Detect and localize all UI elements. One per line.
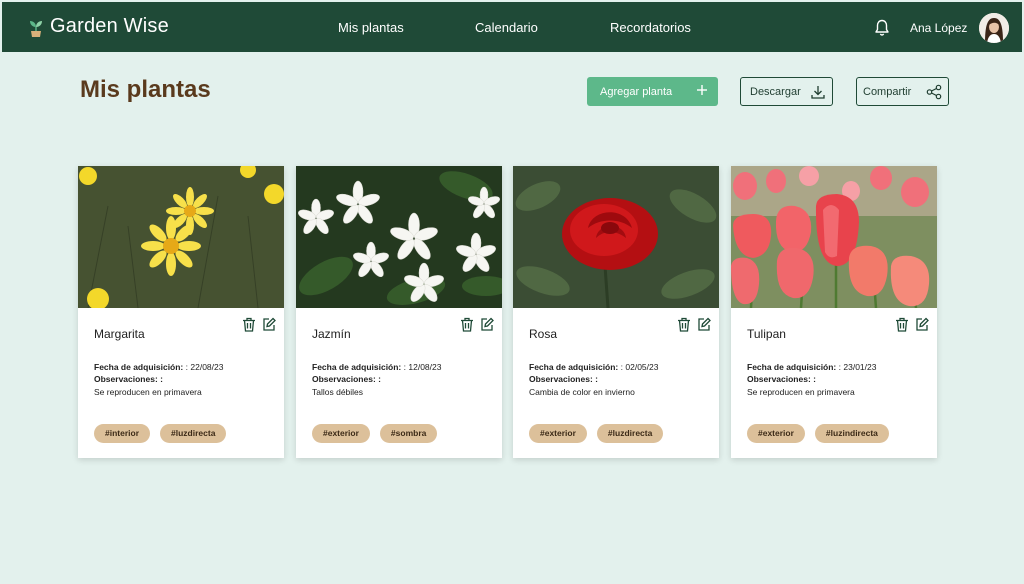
date-value: : 23/01/23 [838, 362, 877, 372]
tag-list: #exterior #sombra [312, 424, 438, 443]
acquisition-date: Fecha de adquisición: : 02/05/23 [529, 362, 658, 372]
card-actions [242, 317, 276, 332]
tag-chip[interactable]: #luzdirecta [596, 424, 664, 443]
plant-card-rosa[interactable]: Rosa Fecha de adquisición: : 02/05/23 Ob… [513, 166, 719, 458]
acquisition-date: Fecha de adquisición: : 12/08/23 [312, 362, 441, 372]
tag-list: #interior #luzdirecta [94, 424, 227, 443]
sprout-icon [30, 20, 42, 37]
card-actions [677, 317, 711, 332]
plus-icon [697, 85, 707, 95]
avatar-image [979, 13, 1009, 43]
observations-text: Se reproducen en primavera [747, 387, 855, 397]
acquisition-date: Fecha de adquisición: : 22/08/23 [94, 362, 223, 372]
top-navbar: Garden Wise Mis plantas Calendario Recor… [2, 2, 1022, 52]
trash-icon[interactable] [242, 317, 256, 332]
trash-icon[interactable] [460, 317, 474, 332]
add-plant-label: Agregar planta [600, 85, 673, 98]
plant-name: Margarita [94, 327, 145, 341]
observations-text: Tallos débiles [312, 387, 364, 397]
add-plant-button[interactable]: Agregar planta [587, 77, 718, 106]
observations-text: Cambia de color en invierno [529, 387, 635, 397]
plant-image-tulipan [731, 166, 937, 308]
observations-label: Observaciones: : [529, 374, 598, 384]
date-value: : 12/08/23 [403, 362, 442, 372]
acquisition-date: Fecha de adquisición: : 23/01/23 [747, 362, 876, 372]
date-label: Fecha de adquisición: [312, 362, 402, 372]
page-title: Mis plantas [80, 76, 211, 103]
date-label: Fecha de adquisición: [747, 362, 837, 372]
plant-image-rosa [513, 166, 719, 308]
plant-card-margarita[interactable]: Margarita Fecha de adquisición: : 22/08/… [78, 166, 284, 458]
app-name: Garden Wise [50, 15, 169, 37]
download-label: Descargar [750, 85, 801, 98]
plant-image-margarita [78, 166, 284, 308]
nav-mis-plantas[interactable]: Mis plantas [338, 20, 404, 35]
date-label: Fecha de adquisición: [94, 362, 184, 372]
trash-icon[interactable] [895, 317, 909, 332]
observations-label: Observaciones: : [747, 374, 816, 384]
download-icon [811, 86, 825, 99]
edit-icon[interactable] [262, 317, 276, 332]
nav-recordatorios[interactable]: Recordatorios [610, 20, 691, 35]
edit-icon[interactable] [697, 317, 711, 332]
card-actions [460, 317, 494, 332]
plant-name: Tulipan [747, 327, 786, 341]
share-label: Compartir [863, 85, 912, 98]
plant-name: Jazmín [312, 327, 351, 341]
tag-chip[interactable]: #exterior [529, 424, 587, 443]
tag-chip[interactable]: #interior [94, 424, 151, 443]
tag-chip[interactable]: #exterior [747, 424, 805, 443]
tag-list: #exterior #luzdirecta [529, 424, 664, 443]
trash-icon[interactable] [677, 317, 691, 332]
observations-label: Observaciones: : [312, 374, 381, 384]
user-name: Ana López [910, 21, 968, 35]
edit-icon[interactable] [480, 317, 494, 332]
tag-list: #exterior #luzindirecta [747, 424, 889, 443]
plant-card-tulipan[interactable]: Tulipan Fecha de adquisición: : 23/01/23… [731, 166, 937, 458]
tag-chip[interactable]: #sombra [379, 424, 438, 443]
edit-icon[interactable] [915, 317, 929, 332]
tag-chip[interactable]: #luzdirecta [160, 424, 227, 443]
avatar[interactable] [979, 13, 1009, 43]
tag-chip[interactable]: #exterior [312, 424, 370, 443]
share-icon [926, 84, 942, 100]
share-button[interactable]: Compartir [856, 77, 949, 106]
observations-text: Se reproducen en primavera [94, 387, 202, 397]
date-label: Fecha de adquisición: [529, 362, 619, 372]
card-actions [895, 317, 929, 332]
nav-calendario[interactable]: Calendario [475, 20, 538, 35]
download-button[interactable]: Descargar [740, 77, 833, 106]
observations-label: Observaciones: : [94, 374, 163, 384]
plant-card-jazmin[interactable]: Jazmín Fecha de adquisición: : 12/08/23 … [296, 166, 502, 458]
bell-icon[interactable] [874, 19, 890, 37]
app-logo[interactable]: Garden Wise [28, 15, 169, 38]
date-value: : 02/05/23 [620, 362, 659, 372]
date-value: : 22/08/23 [185, 362, 224, 372]
tag-chip[interactable]: #luzindirecta [814, 424, 889, 443]
plant-name: Rosa [529, 327, 558, 341]
plant-image-jazmin [296, 166, 502, 308]
